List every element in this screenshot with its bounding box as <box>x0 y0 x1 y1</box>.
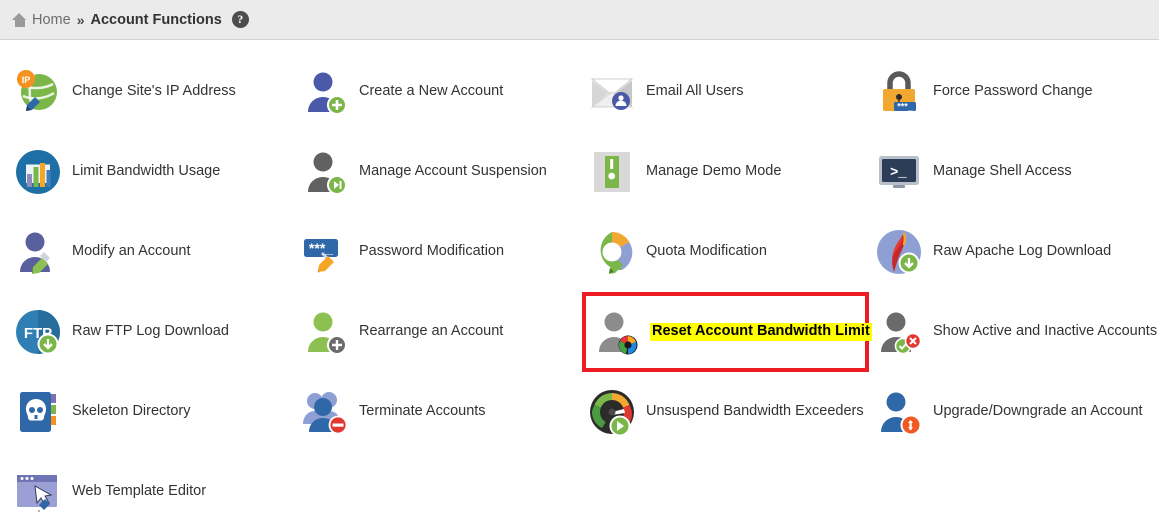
home-icon <box>12 12 27 27</box>
user-pause-icon[interactable] <box>301 148 349 196</box>
gauge-play-icon[interactable] <box>588 388 636 436</box>
account-functions-grid: IP Change Site's IP Address Create a New… <box>8 40 1159 532</box>
browser-window-pencil-icon[interactable] <box>14 468 62 516</box>
function-item-label[interactable]: Upgrade/Downgrade an Account <box>933 403 1143 420</box>
toggle-switch-icon[interactable] <box>588 148 636 196</box>
function-item-label[interactable]: Rearrange an Account <box>359 323 503 340</box>
function-item-modify-an-account[interactable]: Modify an Account <box>8 212 295 292</box>
function-item-quota-modification[interactable]: Quota Modification <box>582 212 869 292</box>
bar-chart-circle-icon[interactable] <box>14 148 62 196</box>
svg-text:IP: IP <box>22 75 31 85</box>
function-item-label[interactable]: Unsuspend Bandwidth Exceeders <box>646 403 864 420</box>
padlock-password-icon[interactable]: ***_ <box>875 68 923 116</box>
function-item-label[interactable]: Raw FTP Log Download <box>72 323 229 340</box>
function-item-label[interactable]: Password Modification <box>359 243 504 260</box>
function-item-label[interactable]: Manage Account Suspension <box>359 163 547 180</box>
function-item-label[interactable]: Terminate Accounts <box>359 403 486 420</box>
function-item-force-password-change[interactable]: ***_ Force Password Change <box>869 52 1156 132</box>
breadcrumb-current-page: Account Functions <box>90 11 222 28</box>
globe-ip-pencil-icon[interactable]: IP <box>14 68 62 116</box>
svg-text:***_: ***_ <box>897 102 914 112</box>
breadcrumb-home-link[interactable]: Home <box>32 12 71 28</box>
function-item-email-all-users[interactable]: Email All Users <box>582 52 869 132</box>
function-item-label[interactable]: Change Site's IP Address <box>72 83 236 100</box>
function-item-limit-bandwidth-usage[interactable]: Limit Bandwidth Usage <box>8 132 295 212</box>
function-item-label[interactable]: Email All Users <box>646 83 744 100</box>
svg-text:***_: ***_ <box>309 240 333 256</box>
password-field-pencil-icon[interactable]: ***_ <box>301 228 349 276</box>
function-item-label[interactable]: Raw Apache Log Download <box>933 243 1111 260</box>
function-item-raw-ftp-log-download[interactable]: FTP Raw FTP Log Download <box>8 292 295 372</box>
function-item-label[interactable]: Quota Modification <box>646 243 767 260</box>
envelope-users-icon[interactable] <box>588 68 636 116</box>
function-item-terminate-accounts[interactable]: Terminate Accounts <box>295 372 582 452</box>
function-item-reset-account-bandwidth-limit[interactable]: Reset Account Bandwidth Limit <box>582 292 872 372</box>
function-item-rearrange-an-account[interactable]: Rearrange an Account <box>295 292 582 372</box>
function-item-label[interactable]: Web Template Editor <box>72 483 206 500</box>
breadcrumb: Home » Account Functions ? <box>12 11 249 28</box>
function-item-manage-account-suspension[interactable]: Manage Account Suspension <box>295 132 582 212</box>
function-item-upgrade-downgrade-an-account[interactable]: Upgrade/Downgrade an Account <box>869 372 1156 452</box>
user-move-icon[interactable] <box>301 308 349 356</box>
user-plus-icon[interactable] <box>301 68 349 116</box>
function-item-show-active-and-inactive-accounts[interactable]: Show Active and Inactive Accounts <box>869 292 1157 372</box>
terminal-monitor-icon[interactable]: >_ <box>875 148 923 196</box>
function-item-label[interactable]: Modify an Account <box>72 243 191 260</box>
function-item-raw-apache-log-download[interactable]: Raw Apache Log Download <box>869 212 1156 292</box>
function-item-label[interactable]: Show Active and Inactive Accounts <box>933 323 1157 340</box>
function-item-create-a-new-account[interactable]: Create a New Account <box>295 52 582 132</box>
function-item-web-template-editor[interactable]: Web Template Editor <box>8 452 295 532</box>
function-item-label[interactable]: Reset Account Bandwidth Limit <box>650 323 872 341</box>
donut-chart-pencil-icon[interactable] <box>588 228 636 276</box>
function-item-manage-demo-mode[interactable]: Manage Demo Mode <box>582 132 869 212</box>
user-active-inactive-icon[interactable] <box>875 308 923 356</box>
user-upgrade-icon[interactable] <box>875 388 923 436</box>
user-reset-icon[interactable] <box>592 308 640 356</box>
skull-directory-icon[interactable] <box>14 388 62 436</box>
function-item-password-modification[interactable]: ***_ Password Modification <box>295 212 582 292</box>
function-item-unsuspend-bandwidth-exceeders[interactable]: Unsuspend Bandwidth Exceeders <box>582 372 869 452</box>
function-item-skeleton-directory[interactable]: Skeleton Directory <box>8 372 295 452</box>
function-item-label[interactable]: Limit Bandwidth Usage <box>72 163 220 180</box>
function-item-label[interactable]: Create a New Account <box>359 83 503 100</box>
users-terminate-icon[interactable] <box>301 388 349 436</box>
function-item-label[interactable]: Manage Demo Mode <box>646 163 781 180</box>
help-circle-icon[interactable]: ? <box>231 11 249 28</box>
user-pencil-icon[interactable] <box>14 228 62 276</box>
svg-text:>_: >_ <box>890 165 907 181</box>
breadcrumb-bar: Home » Account Functions ? <box>0 0 1159 40</box>
function-item-manage-shell-access[interactable]: >_ Manage Shell Access <box>869 132 1156 212</box>
function-item-label[interactable]: Skeleton Directory <box>72 403 190 420</box>
breadcrumb-separator: » <box>76 11 85 28</box>
ftp-download-icon[interactable]: FTP <box>14 308 62 356</box>
function-item-change-site-s-ip-address[interactable]: IP Change Site's IP Address <box>8 52 295 132</box>
function-item-label[interactable]: Force Password Change <box>933 83 1093 100</box>
function-item-label[interactable]: Manage Shell Access <box>933 163 1072 180</box>
apache-feather-download-icon[interactable] <box>875 228 923 276</box>
